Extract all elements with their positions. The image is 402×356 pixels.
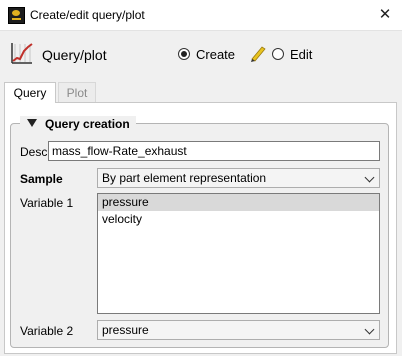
tab-plot[interactable]: Plot (58, 82, 96, 102)
header-label: Query/plot (42, 47, 107, 63)
app-icon (8, 7, 25, 24)
sample-label: Sample (20, 172, 63, 186)
desc-input[interactable] (48, 141, 380, 161)
variable2-label: Variable 2 (20, 324, 74, 338)
collapse-triangle-icon[interactable] (27, 119, 37, 127)
group-title: Query creation (45, 117, 130, 131)
edit-radio[interactable] (272, 48, 284, 60)
chevron-down-icon (364, 324, 375, 335)
list-item[interactable]: pressure (98, 194, 379, 211)
variable2-select-value: pressure (102, 323, 149, 337)
query-plot-header: Query/plot Create Edit (0, 31, 402, 77)
tab-query[interactable]: Query (4, 82, 56, 103)
window-title: Create/edit query/plot (30, 8, 145, 22)
close-button[interactable]: ✕ (368, 0, 402, 30)
sample-select[interactable]: By part element representation (97, 168, 380, 188)
edit-radio-label[interactable]: Edit (290, 47, 312, 62)
title-bar: Create/edit query/plot ✕ (0, 0, 402, 31)
close-icon: ✕ (378, 6, 392, 23)
variable1-label: Variable 1 (20, 196, 74, 210)
list-item[interactable]: velocity (98, 211, 379, 228)
create-radio[interactable] (178, 48, 190, 60)
create-radio-label[interactable]: Create (196, 47, 235, 62)
variable2-select[interactable]: pressure (97, 320, 380, 340)
desc-label: Desc (20, 145, 48, 159)
variable1-listbox[interactable]: pressure velocity (97, 193, 380, 314)
chart-icon (11, 43, 33, 64)
chevron-down-icon (364, 172, 375, 183)
pencil-icon (251, 46, 266, 62)
sample-select-value: By part element representation (102, 171, 267, 185)
